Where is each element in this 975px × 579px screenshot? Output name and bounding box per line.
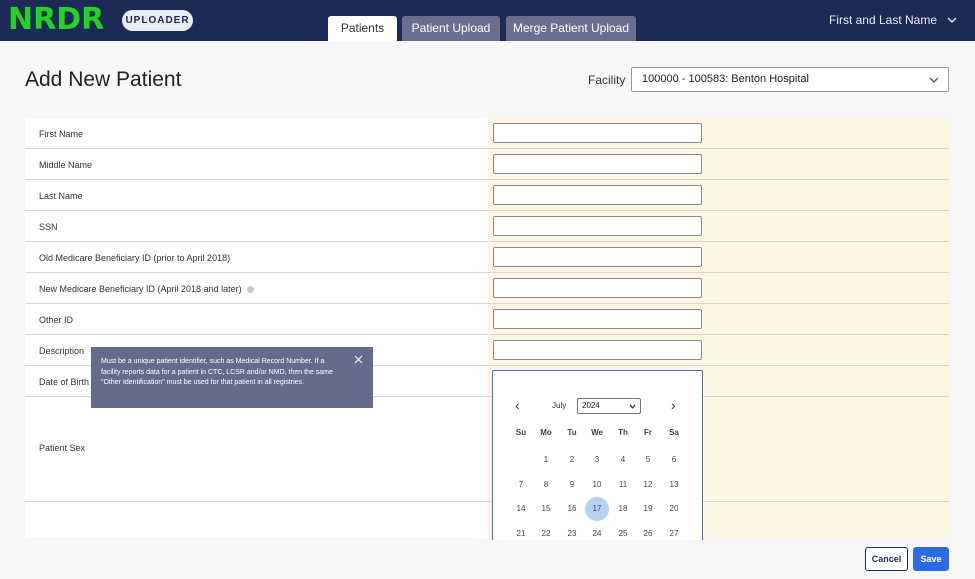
cancel-button[interactable]: Cancel bbox=[865, 547, 908, 571]
calendar-day[interactable]: 22 bbox=[534, 522, 558, 540]
ssn-input[interactable] bbox=[493, 216, 702, 236]
description-label: Description bbox=[39, 346, 85, 356]
calendar-day[interactable]: 7 bbox=[509, 473, 533, 497]
weekday-label: Mo bbox=[540, 428, 552, 437]
new-medicare-id-label: New Medicare Beneficiary ID (April 2018 … bbox=[39, 284, 242, 294]
save-button[interactable]: Save bbox=[913, 547, 949, 571]
calendar-day[interactable]: 18 bbox=[611, 497, 635, 521]
tooltip-text: Must be a unique patient identifier, suc… bbox=[101, 358, 333, 386]
facility-select[interactable]: 100000 - 100583: Benton Hospital bbox=[631, 67, 949, 92]
uploader-badge[interactable]: UPLOADER bbox=[122, 10, 193, 31]
other-id-label: Other ID bbox=[39, 315, 74, 325]
chevron-down-icon[interactable] bbox=[946, 14, 958, 26]
date-of-birth-label: Date of Birth bbox=[39, 377, 90, 387]
ssn-label: SSN bbox=[39, 222, 58, 232]
next-month-icon[interactable]: › bbox=[671, 397, 676, 413]
calendar-day[interactable]: 11 bbox=[611, 473, 635, 497]
patient-form: First Name Middle Name Last Name SSN Old… bbox=[25, 118, 949, 538]
form-row-old-mbi: Old Medicare Beneficiary ID (prior to Ap… bbox=[25, 242, 949, 273]
calendar-day[interactable]: 20 bbox=[662, 497, 686, 521]
calendar-day[interactable]: 19 bbox=[636, 497, 660, 521]
calendar-day[interactable]: 5 bbox=[636, 448, 660, 472]
app-logo[interactable]: NRDR bbox=[8, 4, 104, 36]
calendar-day[interactable]: 6 bbox=[662, 448, 686, 472]
calendar-day[interactable]: 23 bbox=[560, 522, 584, 540]
calendar-day[interactable]: 2 bbox=[560, 448, 584, 472]
form-row-patient-sex: Patient Sex bbox=[25, 397, 949, 502]
date-picker[interactable]: ‹ July 2024 › Su Mo Tu We Th Fr Sa 1 2 3… bbox=[492, 370, 703, 540]
calendar-day[interactable]: 24 bbox=[585, 522, 609, 540]
patient-sex-label: Patient Sex bbox=[39, 443, 86, 453]
middle-name-label: Middle Name bbox=[39, 160, 93, 170]
form-row-middle-name: Middle Name bbox=[25, 149, 949, 180]
first-name-label: First Name bbox=[39, 129, 84, 139]
calendar-day[interactable]: 14 bbox=[509, 497, 533, 521]
calendar-day[interactable]: 8 bbox=[534, 473, 558, 497]
weekday-label: Sa bbox=[669, 428, 679, 437]
tab-merge-patient-upload[interactable]: Merge Patient Upload bbox=[506, 16, 636, 41]
calendar-day[interactable]: 26 bbox=[636, 522, 660, 540]
middle-name-input[interactable] bbox=[493, 154, 702, 174]
other-id-input[interactable] bbox=[493, 309, 702, 329]
calendar-day[interactable]: 10 bbox=[585, 473, 609, 497]
calendar-day[interactable]: 27 bbox=[662, 522, 686, 540]
prev-month-icon[interactable]: ‹ bbox=[515, 397, 520, 413]
form-row-last-name: Last Name bbox=[25, 180, 949, 211]
calendar-day[interactable]: 3 bbox=[585, 448, 609, 472]
first-name-input[interactable] bbox=[493, 123, 702, 143]
chevron-down-icon bbox=[929, 77, 939, 83]
description-input[interactable] bbox=[493, 340, 702, 360]
new-medicare-id-input[interactable] bbox=[493, 278, 702, 298]
page-title: Add New Patient bbox=[25, 68, 182, 91]
year-select[interactable]: 2024 bbox=[577, 398, 641, 414]
form-row-other-id: Other ID bbox=[25, 304, 949, 335]
calendar-day[interactable]: 21 bbox=[509, 522, 533, 540]
calendar-day-selected[interactable]: 17 bbox=[585, 497, 609, 521]
calendar-month: July bbox=[552, 401, 567, 410]
calendar-day[interactable]: 25 bbox=[611, 522, 635, 540]
year-value: 2024 bbox=[582, 401, 600, 410]
form-row-first-name: First Name bbox=[25, 118, 949, 149]
calendar-day[interactable]: 4 bbox=[611, 448, 635, 472]
tab-patients[interactable]: Patients bbox=[328, 16, 397, 41]
calendar-day[interactable]: 15 bbox=[534, 497, 558, 521]
other-id-tooltip: Must be a unique patient identifier, suc… bbox=[91, 347, 373, 408]
facility-value: 100000 - 100583: Benton Hospital bbox=[642, 73, 809, 85]
close-icon[interactable] bbox=[354, 355, 363, 364]
facility-label: Facility bbox=[588, 73, 626, 87]
old-medicare-id-label: Old Medicare Beneficiary ID (prior to Ap… bbox=[39, 253, 231, 263]
weekday-label: Th bbox=[618, 428, 628, 437]
tab-patient-upload[interactable]: Patient Upload bbox=[402, 16, 500, 41]
tab-patients-label: Patients bbox=[340, 21, 385, 35]
last-name-label: Last Name bbox=[39, 191, 83, 201]
weekday-label: Fr bbox=[644, 428, 652, 437]
form-row-new-mbi: New Medicare Beneficiary ID (April 2018 … bbox=[25, 273, 949, 304]
calendar-day[interactable]: 16 bbox=[560, 497, 584, 521]
tab-merge-patient-upload-label: Merge Patient Upload bbox=[512, 21, 630, 35]
new-medicare-id-label-group: New Medicare Beneficiary ID (April 2018 … bbox=[39, 284, 254, 294]
tab-patient-upload-label: Patient Upload bbox=[411, 21, 491, 35]
weekday-label: Tu bbox=[567, 428, 577, 437]
calendar-day[interactable]: 13 bbox=[662, 473, 686, 497]
calendar-day[interactable]: 12 bbox=[636, 473, 660, 497]
top-nav-bar: NRDR UPLOADER Patients Patient Upload Me… bbox=[0, 0, 975, 41]
calendar-day[interactable]: 1 bbox=[534, 448, 558, 472]
form-row-next bbox=[25, 502, 949, 538]
last-name-input[interactable] bbox=[493, 185, 702, 205]
chevron-down-icon bbox=[629, 404, 636, 409]
info-icon[interactable] bbox=[246, 286, 254, 294]
calendar-day[interactable]: 9 bbox=[560, 473, 584, 497]
weekday-label: We bbox=[591, 428, 603, 437]
old-medicare-id-input[interactable] bbox=[493, 247, 702, 267]
user-menu[interactable]: First and Last Name bbox=[829, 13, 937, 27]
weekday-label: Su bbox=[515, 428, 527, 437]
form-row-ssn: SSN bbox=[25, 211, 949, 242]
